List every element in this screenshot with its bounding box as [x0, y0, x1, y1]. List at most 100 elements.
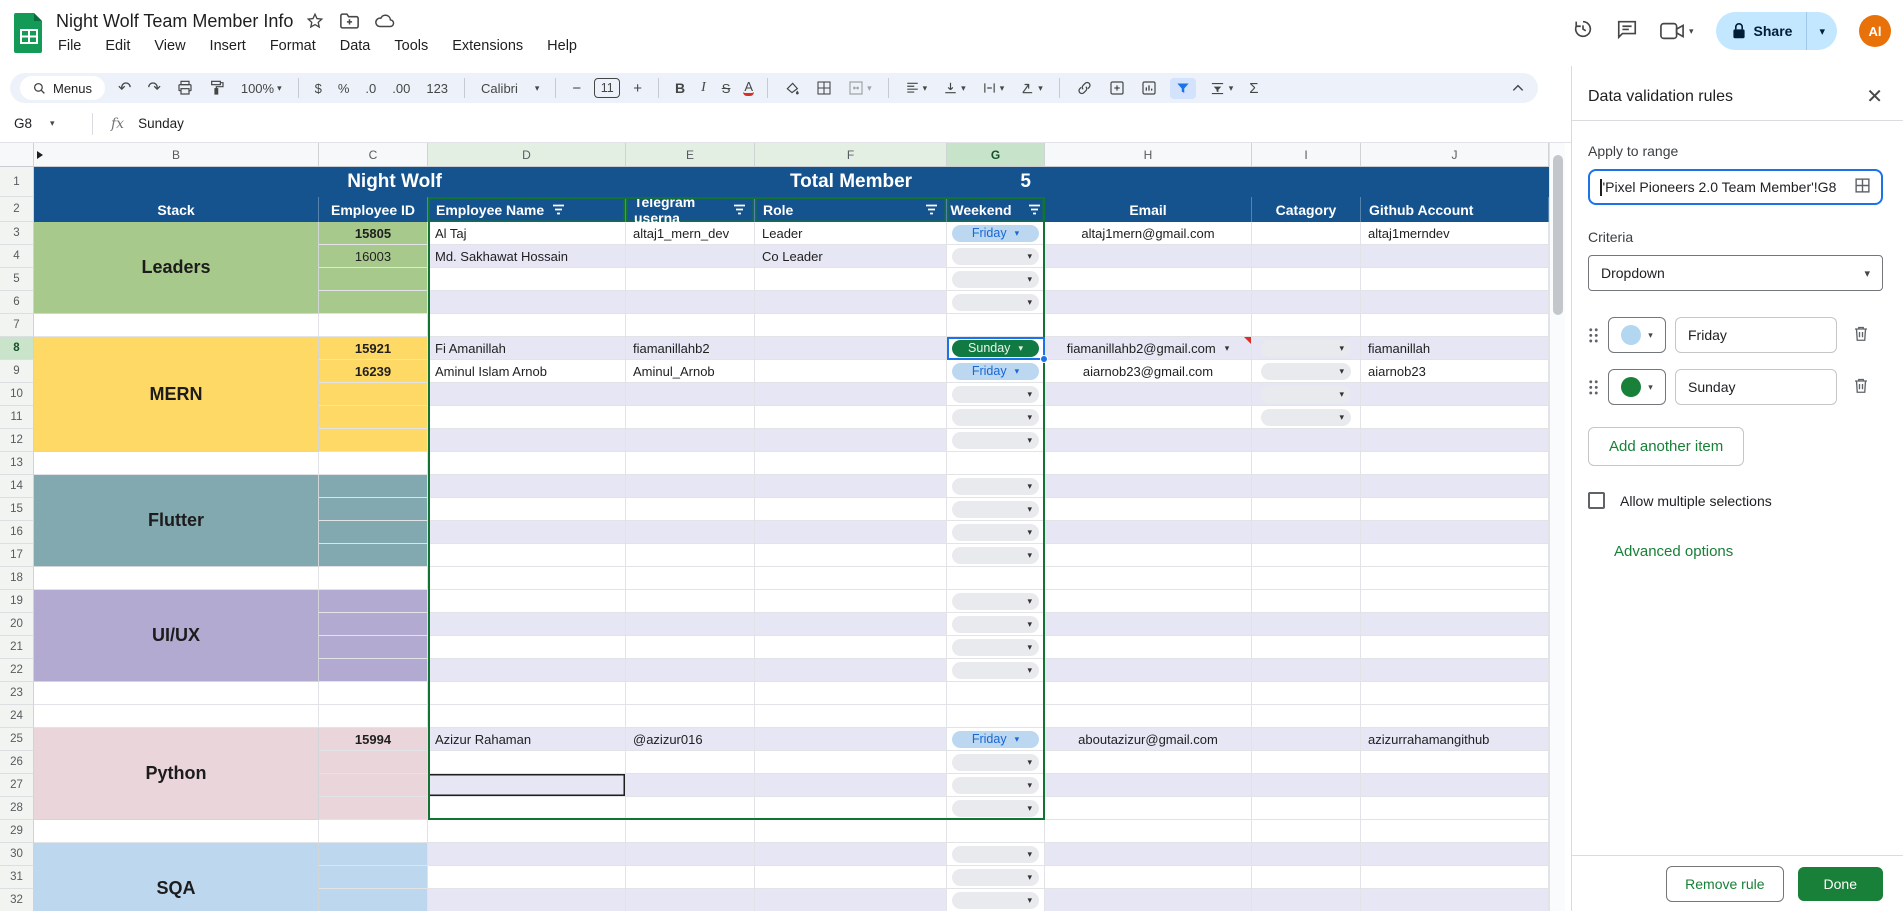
- row-header-24[interactable]: 24: [0, 705, 34, 728]
- menus-search[interactable]: Menus: [20, 76, 105, 100]
- category-dropdown[interactable]: ▾: [1261, 363, 1351, 380]
- cell-D10[interactable]: [428, 383, 626, 406]
- column-header-G[interactable]: G: [947, 143, 1045, 167]
- cell-H12[interactable]: [1045, 429, 1252, 452]
- cell-I3[interactable]: [1252, 222, 1361, 245]
- cell-E11[interactable]: [626, 406, 755, 429]
- allow-multiple-checkbox[interactable]: [1588, 492, 1605, 509]
- cell-I17[interactable]: [1252, 544, 1361, 567]
- cell-I31[interactable]: [1252, 866, 1361, 889]
- cell-I19[interactable]: [1252, 590, 1361, 613]
- row-header-22[interactable]: 22: [0, 659, 34, 682]
- cell-I6[interactable]: [1252, 291, 1361, 314]
- cell-C28[interactable]: [319, 797, 428, 820]
- cell-G26[interactable]: ▾: [947, 751, 1045, 774]
- row-header-8[interactable]: 8: [0, 337, 34, 360]
- cell-G9[interactable]: Friday▾: [947, 360, 1045, 383]
- delete-item-icon[interactable]: [1852, 324, 1870, 346]
- category-dropdown[interactable]: ▾: [1261, 340, 1351, 357]
- stack-block-python[interactable]: Python: [34, 728, 319, 820]
- column-header-C[interactable]: C: [319, 143, 428, 167]
- row-header-17[interactable]: 17: [0, 544, 34, 567]
- cell-C4[interactable]: 16003: [319, 245, 428, 268]
- fill-color-button[interactable]: [781, 78, 803, 98]
- cell-D24[interactable]: [428, 705, 626, 728]
- menu-format[interactable]: Format: [262, 36, 324, 56]
- row-header-3[interactable]: 3: [0, 222, 34, 245]
- cell-F29[interactable]: [755, 820, 947, 843]
- row-header-5[interactable]: 5: [0, 268, 34, 291]
- cell-I4[interactable]: [1252, 245, 1361, 268]
- menu-insert[interactable]: Insert: [202, 36, 254, 56]
- cell-D26[interactable]: [428, 751, 626, 774]
- cell-E8[interactable]: fiamanillahb2: [626, 337, 755, 360]
- column-header-B[interactable]: B: [34, 143, 319, 167]
- cell-D18[interactable]: [428, 567, 626, 590]
- cell-F12[interactable]: [755, 429, 947, 452]
- cell-J10[interactable]: [1361, 383, 1549, 406]
- email-dropdown-icon[interactable]: ▾: [1225, 343, 1230, 354]
- row-header-21[interactable]: 21: [0, 636, 34, 659]
- column-title-B[interactable]: Stack: [34, 197, 319, 222]
- cell-D13[interactable]: [428, 452, 626, 475]
- cell-H27[interactable]: [1045, 774, 1252, 797]
- weekend-dropdown[interactable]: ▾: [952, 432, 1039, 449]
- cell-H19[interactable]: [1045, 590, 1252, 613]
- cell-H8[interactable]: fiamanillahb2@gmail.com▾: [1045, 337, 1252, 360]
- cell-J9[interactable]: aiarnob23: [1361, 360, 1549, 383]
- cell-G12[interactable]: ▾: [947, 429, 1045, 452]
- row-header-25[interactable]: 25: [0, 728, 34, 751]
- comment-history-icon[interactable]: [1616, 18, 1638, 45]
- cell-G4[interactable]: ▾: [947, 245, 1045, 268]
- row-header-9[interactable]: 9: [0, 360, 34, 383]
- cell-I11[interactable]: ▾: [1252, 406, 1361, 429]
- row-header-14[interactable]: 14: [0, 475, 34, 498]
- cell-G10[interactable]: ▾: [947, 383, 1045, 406]
- column-title-G[interactable]: Weekend: [947, 197, 1045, 222]
- cell-C30[interactable]: [319, 843, 428, 866]
- weekend-chip[interactable]: Sunday▾: [952, 340, 1039, 357]
- cell-G29[interactable]: [947, 820, 1045, 843]
- cell-D7[interactable]: [428, 314, 626, 337]
- row-header-1[interactable]: 1: [0, 167, 34, 197]
- menu-view[interactable]: View: [146, 36, 193, 56]
- cell-I29[interactable]: [1252, 820, 1361, 843]
- print-button[interactable]: [174, 78, 196, 98]
- select-range-icon[interactable]: [1854, 177, 1871, 197]
- cell-D31[interactable]: [428, 866, 626, 889]
- cell-G24[interactable]: [947, 705, 1045, 728]
- cell-F7[interactable]: [755, 314, 947, 337]
- row-header-4[interactable]: 4: [0, 245, 34, 268]
- formula-input[interactable]: Sunday: [138, 116, 184, 131]
- cell-G11[interactable]: ▾: [947, 406, 1045, 429]
- cell-G28[interactable]: ▾: [947, 797, 1045, 820]
- format-percent-button[interactable]: %: [335, 79, 353, 98]
- cell-G13[interactable]: [947, 452, 1045, 475]
- document-title[interactable]: Night Wolf Team Member Info: [56, 11, 293, 32]
- cell-J5[interactable]: [1361, 268, 1549, 291]
- cell-F27[interactable]: [755, 774, 947, 797]
- cell-E4[interactable]: [626, 245, 755, 268]
- share-dropdown[interactable]: ▾: [1807, 25, 1837, 38]
- weekend-chip[interactable]: Friday▾: [952, 225, 1039, 242]
- cell-I8[interactable]: ▾: [1252, 337, 1361, 360]
- cell-I30[interactable]: [1252, 843, 1361, 866]
- column-title-I[interactable]: Catagory: [1252, 197, 1361, 222]
- cell-I12[interactable]: [1252, 429, 1361, 452]
- italic-button[interactable]: I: [698, 78, 709, 98]
- cell-G5[interactable]: ▾: [947, 268, 1045, 291]
- cell-F4[interactable]: Co Leader: [755, 245, 947, 268]
- cell-I13[interactable]: [1252, 452, 1361, 475]
- cell-I20[interactable]: [1252, 613, 1361, 636]
- cell-C26[interactable]: [319, 751, 428, 774]
- cell-E10[interactable]: [626, 383, 755, 406]
- drag-handle-icon[interactable]: [1588, 327, 1599, 344]
- cell-H31[interactable]: [1045, 866, 1252, 889]
- row-header-12[interactable]: 12: [0, 429, 34, 452]
- weekend-dropdown[interactable]: ▾: [952, 501, 1039, 518]
- cell-B18[interactable]: [34, 567, 319, 590]
- cell-H4[interactable]: [1045, 245, 1252, 268]
- cell-C24[interactable]: [319, 705, 428, 728]
- row-header-16[interactable]: 16: [0, 521, 34, 544]
- cell-G19[interactable]: ▾: [947, 590, 1045, 613]
